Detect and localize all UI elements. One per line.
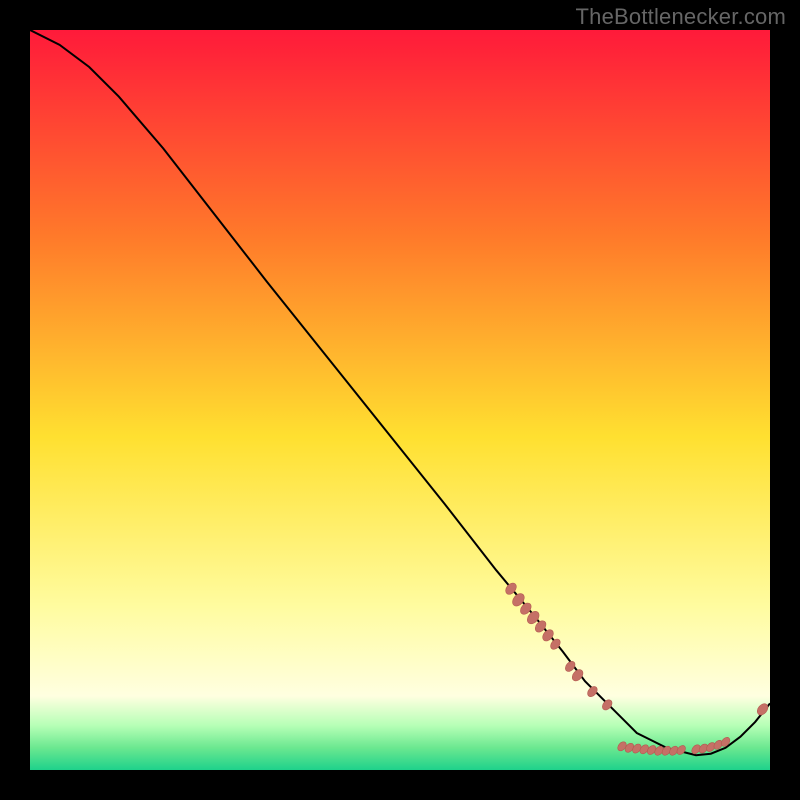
gradient-background: [30, 30, 770, 770]
plot-svg: [30, 30, 770, 770]
watermark-text: TheBottlenecker.com: [576, 4, 786, 30]
chart-frame: TheBottlenecker.com: [0, 0, 800, 800]
bottleneck-plot: [30, 30, 770, 770]
